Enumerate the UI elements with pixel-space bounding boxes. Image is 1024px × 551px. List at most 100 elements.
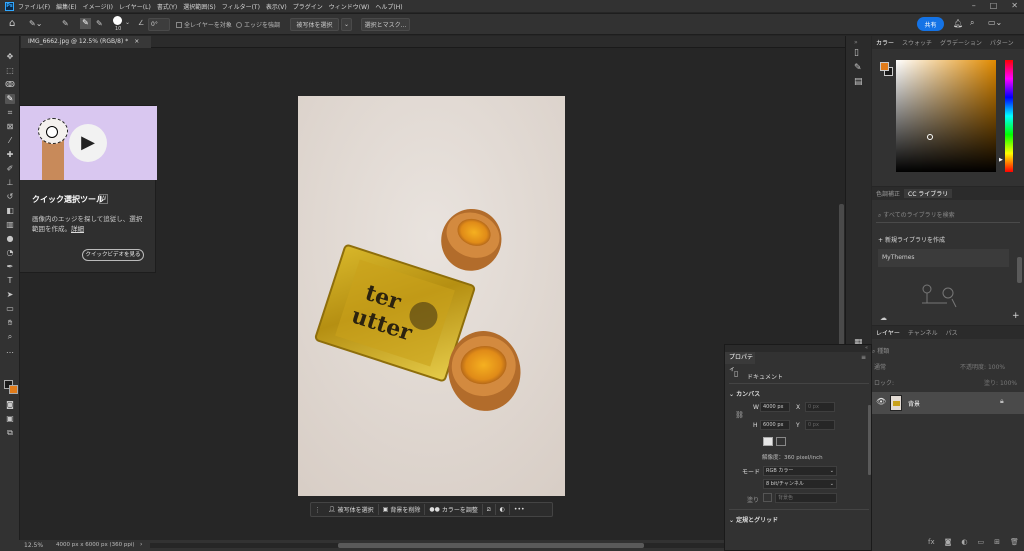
- tool-preset-icon[interactable]: ✎⌄: [29, 19, 42, 28]
- menu-edit[interactable]: 編集(E): [56, 2, 76, 11]
- move-tool-icon[interactable]: ✥: [5, 52, 15, 62]
- tab-cc-libraries[interactable]: CC ライブラリ: [904, 189, 953, 198]
- menu-layer[interactable]: レイヤー(L): [119, 2, 151, 11]
- layer-filter-kind[interactable]: ⌕ 種類: [872, 346, 938, 356]
- tab-paths[interactable]: パス: [942, 328, 962, 337]
- hue-slider-handle-icon[interactable]: ▶: [999, 157, 1003, 163]
- canvas-section[interactable]: ⌄ カンバス: [729, 389, 760, 398]
- sample-all-layers-checkbox[interactable]: 全レイヤーを対象: [176, 20, 232, 29]
- visibility-eye-icon[interactable]: 👁︎: [876, 397, 886, 406]
- fill-select[interactable]: 背景色: [775, 493, 837, 503]
- panel-menu-icon[interactable]: ≡: [861, 354, 866, 361]
- drag-handle-icon[interactable]: ⋮: [311, 506, 324, 514]
- play-icon[interactable]: ▶: [69, 124, 107, 162]
- pen-tool-icon[interactable]: ✒: [5, 262, 15, 272]
- healing-brush-icon[interactable]: ✚: [5, 150, 15, 160]
- history-brush-icon[interactable]: ↺: [5, 192, 15, 202]
- library-search[interactable]: ⌕ すべてのライブラリを検索: [876, 209, 1020, 223]
- gradient-tool-icon[interactable]: ▥: [5, 220, 15, 230]
- menu-help[interactable]: ヘルプ(H): [375, 2, 402, 11]
- y-input[interactable]: 0 px: [805, 420, 835, 430]
- blend-mode-select[interactable]: 通常: [874, 362, 886, 371]
- brush-dropdown-icon[interactable]: ⌄: [125, 19, 130, 26]
- tab-swatches[interactable]: スウォッチ: [898, 38, 936, 47]
- brush-tool-icon[interactable]: ✐: [5, 164, 15, 174]
- workspace-icon[interactable]: ▭⌄: [988, 18, 1002, 27]
- add-mask-icon[interactable]: ◙: [945, 538, 952, 546]
- adjustment-layer-icon[interactable]: ◐: [961, 538, 967, 546]
- add-library-item-icon[interactable]: +: [1012, 311, 1020, 321]
- menu-filter[interactable]: フィルター(T): [222, 2, 260, 11]
- type-tool-icon[interactable]: T: [5, 276, 15, 286]
- close-tab-icon[interactable]: ×: [134, 38, 139, 45]
- zoom-tool-icon[interactable]: ⌕: [5, 332, 15, 342]
- new-selection-icon[interactable]: ✎: [62, 19, 69, 28]
- path-selection-icon[interactable]: ➤: [5, 290, 15, 300]
- enhance-edge-checkbox[interactable]: エッジを強調: [236, 20, 280, 29]
- maximize-icon[interactable]: □: [990, 1, 998, 10]
- ctx-remove-bg-button[interactable]: ▣ 背景を削除: [379, 504, 426, 515]
- tab-layers[interactable]: レイヤー: [872, 328, 904, 337]
- mode-select[interactable]: RGB カラー ⌄: [763, 466, 837, 476]
- properties-tab[interactable]: プロパティ: [725, 352, 755, 373]
- subtract-selection-icon[interactable]: ✎: [96, 19, 103, 28]
- select-subject-button[interactable]: 被写体を選択: [290, 18, 339, 31]
- document-canvas[interactable]: ter utter: [298, 96, 565, 496]
- properties-scrollbar[interactable]: [868, 405, 871, 475]
- quick-selection-tool-icon[interactable]: ✎: [5, 94, 15, 104]
- home-icon[interactable]: ⌂: [9, 18, 15, 29]
- menu-plugins[interactable]: プラグイン: [293, 2, 323, 11]
- bell-icon[interactable]: 🔔︎: [953, 19, 963, 28]
- trash-icon[interactable]: 🗑︎: [1010, 538, 1019, 546]
- frame-tool-icon[interactable]: ⊠: [5, 122, 15, 132]
- menu-image[interactable]: イメージ(I): [83, 2, 113, 11]
- blur-tool-icon[interactable]: ●: [5, 234, 15, 244]
- watch-video-button[interactable]: クイックビデオを見る: [82, 249, 144, 261]
- tip-detail-link[interactable]: 詳細: [71, 225, 84, 233]
- angle-input[interactable]: 0°: [148, 18, 170, 31]
- crop-tool-icon[interactable]: ⌗: [5, 108, 15, 118]
- lasso-tool-icon[interactable]: ↂ: [5, 80, 15, 90]
- hand-tool-icon[interactable]: ✋︎: [5, 318, 15, 328]
- ctx-adjust-color-button[interactable]: ●● カラーを調整: [425, 504, 483, 515]
- cloud-icon[interactable]: ☁︎: [880, 314, 887, 322]
- close-icon[interactable]: ✕: [1011, 1, 1018, 10]
- width-input[interactable]: 4000 px: [760, 402, 790, 412]
- search-icon[interactable]: ⌕: [970, 18, 974, 28]
- fg-color-chip[interactable]: [880, 62, 889, 71]
- menu-window[interactable]: ウィンドウ(W): [329, 2, 370, 11]
- fill-color-swatch[interactable]: [763, 493, 772, 502]
- rulers-grid-section[interactable]: ⌄ 定規とグリッド: [729, 515, 778, 524]
- color-picker-cursor[interactable]: [927, 134, 933, 140]
- library-item[interactable]: MyThemes: [878, 249, 1009, 267]
- dodge-tool-icon[interactable]: ◔: [5, 248, 15, 258]
- brush-size-icon[interactable]: [113, 16, 122, 25]
- more-tools-icon[interactable]: …: [5, 346, 15, 356]
- stamp-tool-icon[interactable]: ⊥: [5, 178, 15, 188]
- screen-mode-icon[interactable]: ▣: [5, 414, 15, 424]
- eyedropper-tool-icon[interactable]: ⁄: [5, 136, 15, 146]
- height-input[interactable]: 6000 px: [760, 420, 790, 430]
- shape-tool-icon[interactable]: ▭: [5, 304, 15, 314]
- comments-panel-icon[interactable]: ▤: [854, 77, 863, 87]
- tip-video-thumbnail[interactable]: ▶: [20, 106, 157, 180]
- fill-control[interactable]: 塗り: 100%: [984, 378, 1017, 387]
- background-color-swatch[interactable]: [9, 385, 18, 394]
- brush-panel-icon[interactable]: ✎: [854, 63, 862, 73]
- select-subject-dropdown-icon[interactable]: ⌄: [341, 18, 352, 31]
- ctx-select-subject-button[interactable]: 👤︎ 被写体を選択: [324, 504, 379, 515]
- horizontal-scroll-thumb[interactable]: [338, 543, 644, 548]
- collapse-icon[interactable]: »: [854, 39, 858, 46]
- library-scrollbar[interactable]: [1017, 257, 1022, 283]
- status-arrow-icon[interactable]: ›: [140, 541, 142, 548]
- group-folder-icon[interactable]: ▭: [978, 538, 985, 546]
- layer-row-background[interactable]: 👁︎ 背景 🔒︎: [872, 392, 1024, 414]
- create-library-button[interactable]: + 新規ライブラリを作成: [878, 235, 945, 244]
- tab-adjustments[interactable]: 色調補正: [872, 189, 904, 198]
- tab-gradients[interactable]: グラデーション: [936, 38, 986, 47]
- properties-header-bar[interactable]: «: [725, 345, 871, 352]
- tab-channels[interactable]: チャンネル: [904, 328, 942, 337]
- menu-select[interactable]: 選択範囲(S): [183, 2, 216, 11]
- zoom-level[interactable]: 12.5%: [24, 542, 43, 549]
- menu-type[interactable]: 書式(Y): [157, 2, 177, 11]
